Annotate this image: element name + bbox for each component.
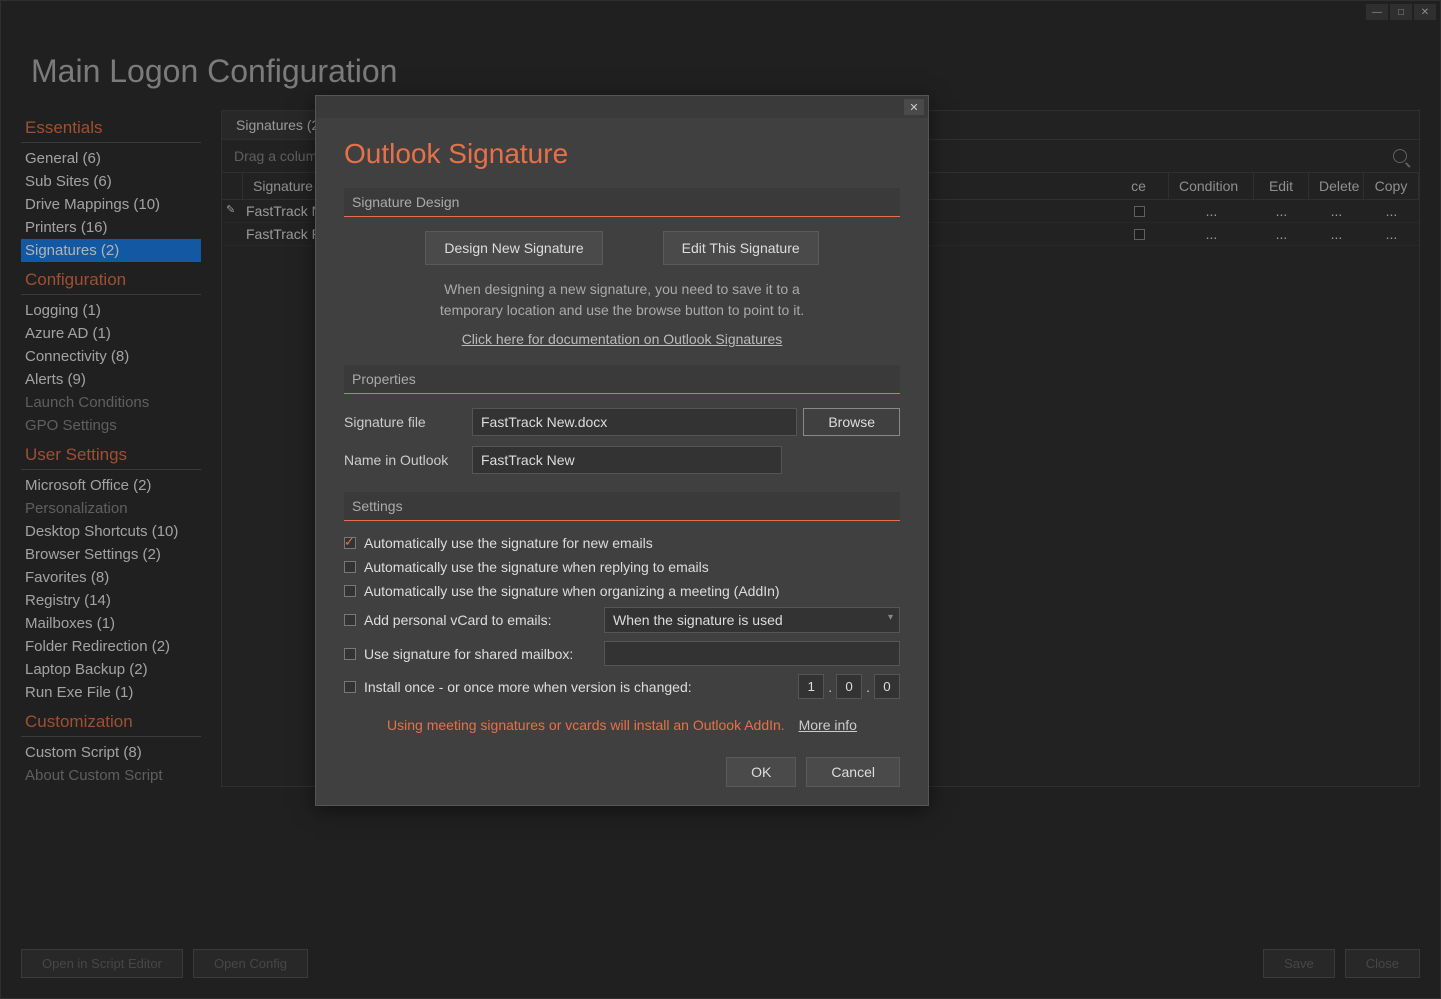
vcard-checkbox[interactable]	[344, 614, 356, 626]
auto-reply-label: Automatically use the signature when rep…	[364, 559, 709, 575]
signature-file-input[interactable]	[472, 408, 797, 436]
name-in-outlook-input[interactable]	[472, 446, 782, 474]
auto-reply-checkbox[interactable]	[344, 561, 356, 573]
outlook-signature-dialog: ✕ Outlook Signature Signature Design Des…	[315, 95, 929, 806]
cancel-button[interactable]: Cancel	[806, 757, 900, 787]
edit-this-signature-button[interactable]: Edit This Signature	[663, 231, 819, 265]
section-signature-design: Signature Design	[344, 188, 900, 217]
auto-new-emails-label: Automatically use the signature for new …	[364, 535, 653, 551]
version-major-input[interactable]	[798, 674, 824, 699]
section-settings: Settings	[344, 492, 900, 521]
signature-file-label: Signature file	[344, 414, 472, 430]
auto-new-emails-checkbox[interactable]	[344, 537, 356, 549]
auto-meeting-label: Automatically use the signature when org…	[364, 583, 780, 599]
vcard-label: Add personal vCard to emails:	[364, 612, 574, 628]
install-once-label: Install once - or once more when version…	[364, 679, 798, 695]
shared-mailbox-label: Use signature for shared mailbox:	[364, 646, 596, 662]
addin-warning: Using meeting signatures or vcards will …	[344, 717, 900, 733]
design-new-signature-button[interactable]: Design New Signature	[425, 231, 602, 265]
vcard-select[interactable]: When the signature is used	[604, 607, 900, 633]
more-info-link[interactable]: More info	[799, 717, 857, 733]
install-once-checkbox[interactable]	[344, 681, 356, 693]
version-patch-input[interactable]	[874, 674, 900, 699]
shared-mailbox-checkbox[interactable]	[344, 648, 356, 660]
version-minor-input[interactable]	[836, 674, 862, 699]
browse-button[interactable]: Browse	[803, 408, 900, 436]
ok-button[interactable]: OK	[726, 757, 796, 787]
section-properties: Properties	[344, 365, 900, 394]
modal-overlay: ✕ Outlook Signature Signature Design Des…	[0, 0, 1441, 999]
dialog-title: Outlook Signature	[344, 138, 900, 170]
dialog-close-button[interactable]: ✕	[904, 99, 924, 115]
design-help-text: When designing a new signature, you need…	[344, 279, 900, 321]
shared-mailbox-input[interactable]	[604, 641, 900, 666]
name-in-outlook-label: Name in Outlook	[344, 452, 472, 468]
documentation-link[interactable]: Click here for documentation on Outlook …	[344, 331, 900, 347]
auto-meeting-checkbox[interactable]	[344, 585, 356, 597]
